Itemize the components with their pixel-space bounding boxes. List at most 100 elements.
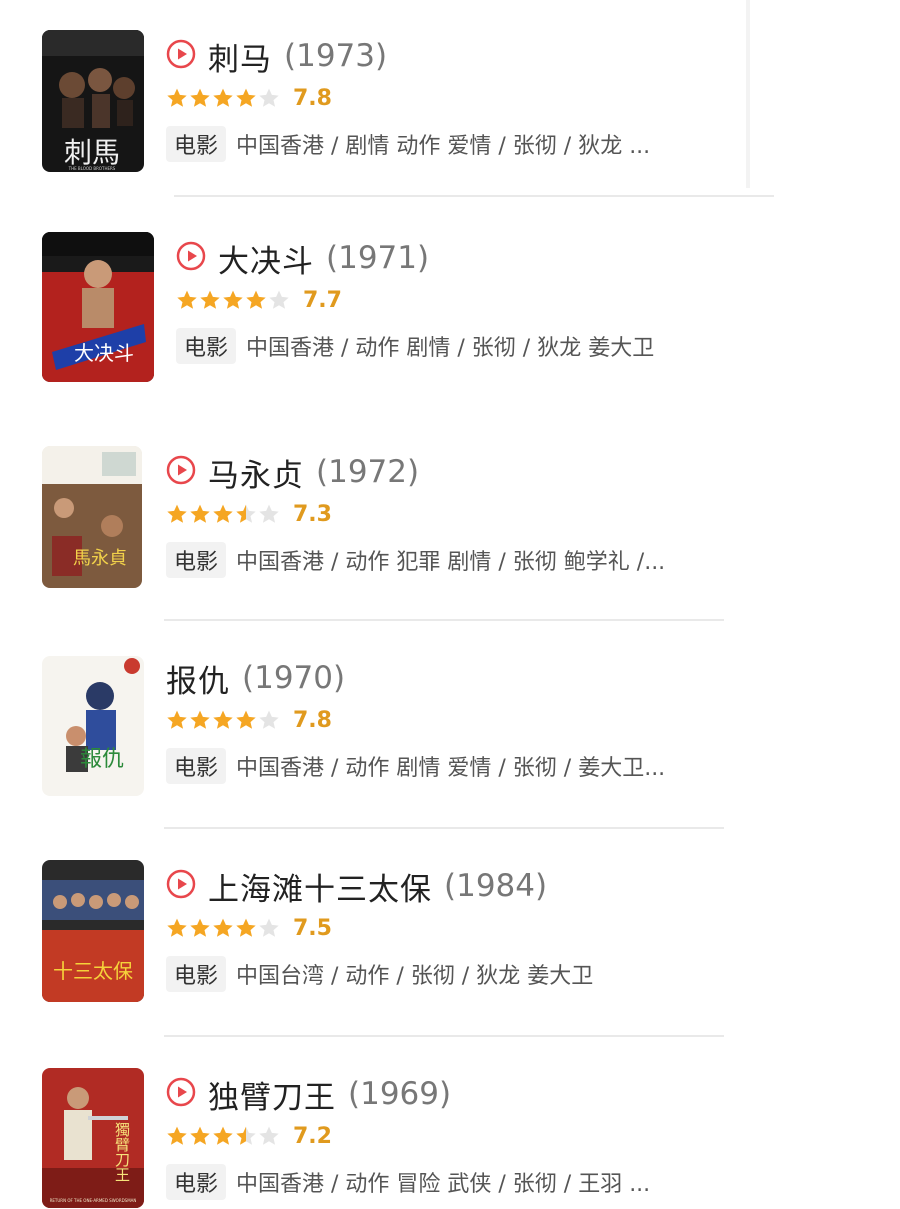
star-icon bbox=[167, 710, 187, 729]
poster-title-glyphs: 報仇 bbox=[80, 747, 124, 772]
star-icon bbox=[236, 918, 256, 937]
movie-year: (1969) bbox=[348, 1076, 452, 1112]
movie-poster[interactable]: 報仇 bbox=[42, 656, 144, 796]
star-icon bbox=[190, 1126, 210, 1145]
movie-poster[interactable]: 大决斗 bbox=[42, 232, 154, 382]
movie-title[interactable]: 刺马 bbox=[208, 34, 272, 79]
movie-year: (1972) bbox=[316, 454, 420, 490]
star-icon bbox=[269, 290, 289, 309]
star-icon bbox=[259, 918, 279, 937]
movie-meta: 中国台湾 / 动作 / 张彻 / 狄龙 姜大卫 bbox=[236, 964, 594, 989]
movie-poster[interactable]: 十三太保 bbox=[42, 860, 144, 1002]
star-icon bbox=[259, 504, 279, 523]
type-badge: 电影 bbox=[166, 956, 227, 992]
star-rating bbox=[166, 503, 281, 525]
poster-title-glyphs: 刺馬 bbox=[64, 136, 120, 169]
rating-score: 7.5 bbox=[293, 915, 332, 941]
rating-score: 7.2 bbox=[293, 1123, 332, 1149]
play-circle-icon[interactable] bbox=[176, 241, 206, 275]
star-icon bbox=[236, 88, 256, 107]
rating: 7.8 bbox=[166, 704, 665, 736]
star-icon bbox=[223, 290, 243, 309]
star-icon bbox=[259, 710, 279, 729]
star-icon bbox=[190, 710, 210, 729]
type-badge: 电影 bbox=[166, 748, 227, 784]
poster-title-glyphs: 馬永貞 bbox=[73, 548, 127, 569]
type-badge: 电影 bbox=[166, 126, 227, 162]
movie-meta: 中国香港 / 剧情 动作 爱情 / 张彻 / 狄龙 ... bbox=[236, 134, 651, 159]
star-icon bbox=[190, 504, 210, 523]
star-rating bbox=[166, 1125, 281, 1147]
movie-poster[interactable]: 馬永貞 bbox=[42, 446, 142, 588]
star-icon bbox=[236, 504, 256, 523]
movie-poster[interactable]: 刺馬 THE BLOOD BROTHERS bbox=[42, 30, 144, 172]
star-icon bbox=[213, 710, 233, 729]
poster-caption: THE BLOOD BROTHERS bbox=[68, 166, 116, 171]
type-badge: 电影 bbox=[166, 542, 227, 578]
rating: 7.5 bbox=[166, 912, 593, 944]
movie-poster[interactable]: 獨臂刀王 RETURN OF THE ONE-ARMED SWORDSMAN bbox=[42, 1068, 144, 1208]
movie-info: 上海滩十三太保 (1984) 7.5 电影 中国台湾 / 动作 / 张彻 / 狄… bbox=[166, 864, 593, 992]
star-icon bbox=[246, 290, 266, 309]
movie-year: (1984) bbox=[444, 868, 548, 904]
star-icon bbox=[200, 290, 220, 309]
play-circle-icon[interactable] bbox=[166, 1077, 196, 1111]
star-icon bbox=[190, 88, 210, 107]
poster-title-glyphs: 獨臂刀王 bbox=[113, 1122, 131, 1182]
movie-title[interactable]: 大决斗 bbox=[218, 236, 314, 281]
rating-score: 7.7 bbox=[303, 287, 342, 313]
movie-title[interactable]: 上海滩十三太保 bbox=[208, 864, 432, 909]
star-icon bbox=[236, 1126, 256, 1145]
star-icon bbox=[213, 918, 233, 937]
star-icon bbox=[259, 1126, 279, 1145]
play-circle-icon[interactable] bbox=[166, 455, 196, 489]
star-icon bbox=[177, 290, 197, 309]
star-icon bbox=[213, 1126, 233, 1145]
star-icon bbox=[213, 88, 233, 107]
rating-score: 7.8 bbox=[293, 707, 332, 733]
movie-title[interactable]: 独臂刀王 bbox=[208, 1072, 336, 1117]
star-icon bbox=[213, 504, 233, 523]
play-circle-icon[interactable] bbox=[166, 39, 196, 73]
star-rating bbox=[166, 87, 281, 109]
star-rating bbox=[166, 917, 281, 939]
rating-score: 7.8 bbox=[293, 85, 332, 111]
star-icon bbox=[167, 88, 187, 107]
movie-info: 马永贞 (1972) 7.3 电影 中国香港 / 动作 犯罪 剧情 / 张彻 鲍… bbox=[166, 450, 665, 578]
play-circle-icon[interactable] bbox=[166, 869, 196, 903]
divider bbox=[164, 619, 724, 621]
movie-year: (1970) bbox=[242, 660, 346, 696]
poster-caption: RETURN OF THE ONE-ARMED SWORDSMAN bbox=[50, 1198, 137, 1203]
rating: 7.3 bbox=[166, 498, 665, 530]
divider bbox=[164, 827, 724, 829]
star-icon bbox=[190, 918, 210, 937]
rating: 7.2 bbox=[166, 1120, 650, 1152]
rating: 7.7 bbox=[176, 284, 654, 316]
divider bbox=[174, 195, 774, 197]
movie-info: 独臂刀王 (1969) 7.2 电影 中国香港 / 动作 冒险 武侠 / 张彻 … bbox=[166, 1072, 650, 1200]
rating-score: 7.3 bbox=[293, 501, 332, 527]
star-rating bbox=[166, 709, 281, 731]
movie-meta: 中国香港 / 动作 犯罪 剧情 / 张彻 鲍学礼 /... bbox=[236, 550, 666, 575]
star-icon bbox=[167, 918, 187, 937]
type-badge: 电影 bbox=[176, 328, 237, 364]
movie-info: 大决斗 (1971) 7.7 电影 中国香港 / 动作 剧情 / 张彻 / 狄龙… bbox=[176, 236, 654, 364]
movie-info: 报仇 (1970) 7.8 电影 中国香港 / 动作 剧情 爱情 / 张彻 / … bbox=[166, 656, 665, 784]
scroll-edge bbox=[746, 0, 750, 188]
movie-meta: 中国香港 / 动作 剧情 / 张彻 / 狄龙 姜大卫 bbox=[246, 336, 655, 361]
movie-meta: 中国香港 / 动作 冒险 武侠 / 张彻 / 王羽 ... bbox=[236, 1172, 651, 1197]
movie-title[interactable]: 报仇 bbox=[166, 656, 230, 701]
type-badge: 电影 bbox=[166, 1164, 227, 1200]
poster-title-glyphs: 大决斗 bbox=[74, 341, 134, 365]
movie-year: (1973) bbox=[284, 38, 388, 74]
star-icon bbox=[167, 1126, 187, 1145]
divider bbox=[164, 1035, 724, 1037]
movie-meta: 中国香港 / 动作 剧情 爱情 / 张彻 / 姜大卫... bbox=[236, 756, 666, 781]
movie-info: 刺马 (1973) 7.8 电影 中国香港 / 剧情 动作 爱情 / 张彻 / … bbox=[166, 34, 650, 162]
movie-title[interactable]: 马永贞 bbox=[208, 450, 304, 495]
star-icon bbox=[236, 710, 256, 729]
movie-year: (1971) bbox=[326, 240, 430, 276]
star-icon bbox=[259, 88, 279, 107]
rating: 7.8 bbox=[166, 82, 650, 114]
star-rating bbox=[176, 289, 291, 311]
